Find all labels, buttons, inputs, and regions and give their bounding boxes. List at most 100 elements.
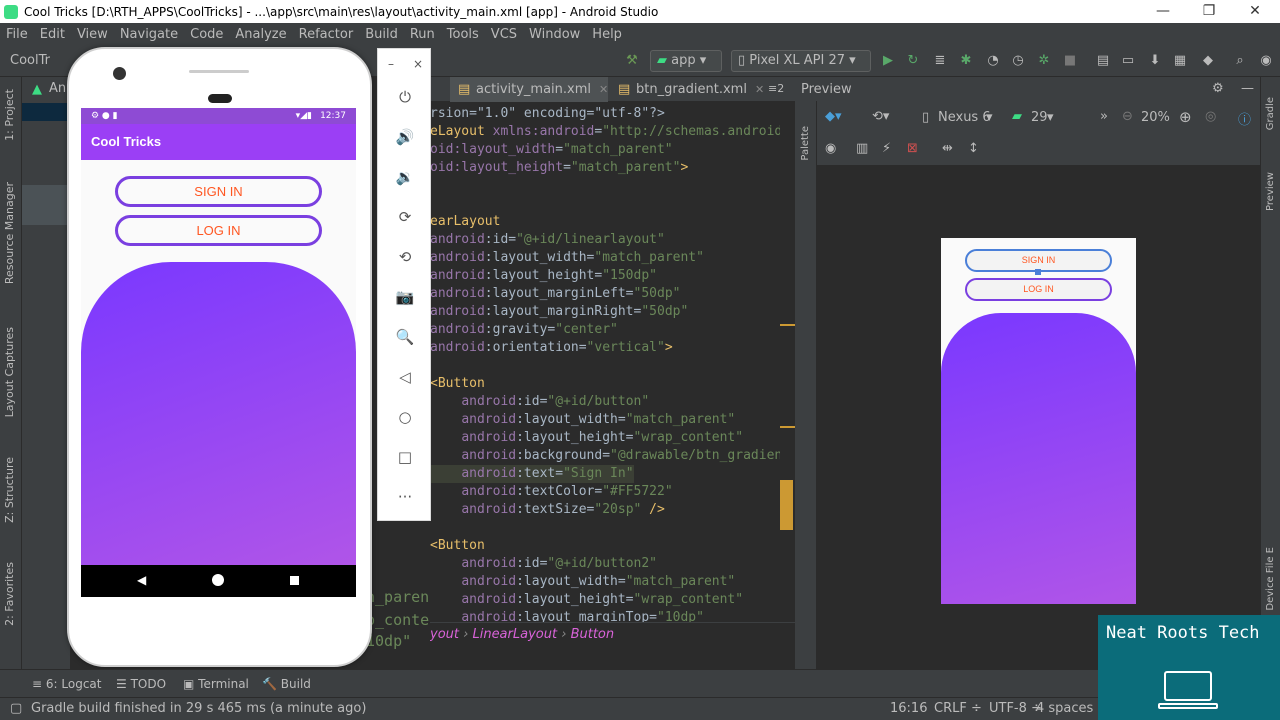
code-editor[interactable]: rsion="1.0" encoding="utf-8"?> eLayout xm… xyxy=(430,102,795,622)
project-tool-tab[interactable]: 1: Project xyxy=(3,89,16,141)
debug-icon[interactable]: ✱ xyxy=(958,53,974,69)
structure-tab[interactable]: Z: Structure xyxy=(3,457,16,523)
assistant-icon[interactable]: ◆ xyxy=(1200,53,1216,69)
home-icon[interactable]: ○ xyxy=(395,407,415,427)
code-line[interactable]: android:layout_marginTop="10dp" xyxy=(430,609,704,622)
info-icon[interactable]: ⓘ xyxy=(1238,109,1251,128)
overview-icon[interactable]: □ xyxy=(395,447,415,467)
close-window-button[interactable]: ✕ xyxy=(1232,0,1278,23)
code-line[interactable]: android:layout_width="match_parent" xyxy=(430,411,735,429)
code-line[interactable]: android:layout_width="match_parent" xyxy=(430,249,704,267)
code-line[interactable]: rsion="1.0" encoding="utf-8"?> xyxy=(430,105,665,123)
pack-icon[interactable]: ⇹ xyxy=(942,141,953,156)
selected-tree-row[interactable] xyxy=(22,103,70,121)
device-icon[interactable]: ▯ xyxy=(922,110,929,125)
menu-vcs[interactable]: VCS xyxy=(485,27,523,42)
stop-icon[interactable]: ■ xyxy=(1062,53,1078,69)
preview-device-screen[interactable]: SIGN IN LOG IN xyxy=(941,238,1136,604)
volume-down-icon[interactable]: 🔉 xyxy=(395,167,415,187)
caret-position[interactable]: 16:16 xyxy=(890,698,927,720)
breadcrumb-button[interactable]: Button xyxy=(571,627,615,642)
menu-analyze[interactable]: Analyze xyxy=(229,27,292,42)
hammer-icon[interactable]: ⚒ xyxy=(624,53,640,69)
emulator-minimize[interactable]: – xyxy=(388,57,394,71)
run-icon[interactable]: ▶ xyxy=(880,53,896,69)
code-line[interactable]: <Button xyxy=(430,375,485,393)
editor-scrollbar[interactable] xyxy=(780,102,795,622)
apply-code-icon[interactable]: ≣ xyxy=(932,53,948,69)
menu-build[interactable]: Build xyxy=(359,27,404,42)
resource-manager-tab[interactable]: Resource Manager xyxy=(3,182,16,284)
menu-tools[interactable]: Tools xyxy=(441,27,485,42)
status-icon[interactable]: ▢ xyxy=(10,698,22,720)
device-file-explorer-tab[interactable]: Device File E xyxy=(1265,547,1276,611)
eye-icon[interactable]: ◉ xyxy=(825,141,836,156)
volume-up-icon[interactable]: 🔊 xyxy=(395,127,415,147)
code-line[interactable]: android:id="@+id/linearlayout" xyxy=(430,231,665,249)
minimize-button[interactable]: — xyxy=(1140,0,1186,23)
code-line[interactable]: android:textColor="#FF5722" xyxy=(430,483,672,501)
attach-debugger-icon[interactable]: ◷ xyxy=(1010,53,1026,69)
code-line[interactable]: android:layout_width="match_parent" xyxy=(430,573,735,591)
search-icon[interactable]: ⌕ xyxy=(1232,53,1248,69)
preview-hide-icon[interactable]: — xyxy=(1241,81,1254,96)
tabs-overflow[interactable]: ≡2 xyxy=(768,82,784,95)
sync-icon[interactable]: ▤ xyxy=(1095,53,1111,69)
more-icon[interactable]: ··· xyxy=(395,487,415,507)
orientation-icon[interactable]: ⟲▾ xyxy=(872,109,889,124)
menu-navigate[interactable]: Navigate xyxy=(114,27,184,42)
emulator-screen[interactable]: ⚙ ● ▮ ▾◢▮ 12:37 Cool Tricks SIGN IN LOG … xyxy=(81,108,356,597)
zoom-fit-icon[interactable]: ◎ xyxy=(1205,109,1216,124)
layout-captures-tab[interactable]: Layout Captures xyxy=(3,327,16,417)
log-in-button[interactable]: LOG IN xyxy=(115,215,322,246)
code-line[interactable]: android:layout_height="wrap_content" xyxy=(430,591,743,609)
menu-help[interactable]: Help xyxy=(586,27,628,42)
breadcrumb-root[interactable]: yout xyxy=(430,627,459,642)
tab-btn-gradient[interactable]: ▤ btn_gradient.xml ✕ xyxy=(610,77,764,102)
tab-activity-main[interactable]: ▤ activity_main.xml ✕ xyxy=(450,77,608,102)
device-select[interactable]: ▯ Pixel XL API 27 ▾ xyxy=(731,50,871,72)
code-line[interactable]: android:background="@drawable/btn_gradie… xyxy=(430,447,790,465)
apply-changes-icon[interactable]: ↻ xyxy=(905,53,921,69)
align-icon[interactable]: ↕ xyxy=(968,141,979,156)
sdk-manager-icon[interactable]: ⬇ xyxy=(1147,53,1163,69)
zoom-in-icon[interactable]: ⊕ xyxy=(1179,108,1192,126)
code-line[interactable]: oid:layout_height="match_parent"> xyxy=(430,159,688,177)
logcat-tool[interactable]: ≡ 6: Logcat xyxy=(32,677,101,691)
back-icon[interactable]: ◁ xyxy=(395,367,415,387)
status-message[interactable]: Gradle build finished in 29 s 465 ms (a … xyxy=(31,698,366,720)
run-config-select[interactable]: ▰ app ▾ xyxy=(650,50,722,72)
menu-file[interactable]: File xyxy=(0,27,34,42)
code-line[interactable]: android:text="Sign In" xyxy=(430,465,634,483)
code-line[interactable]: android:id="@+id/button" xyxy=(430,393,649,411)
nav-home-icon[interactable] xyxy=(212,574,224,586)
camera-icon[interactable]: 📷 xyxy=(395,287,415,307)
breadcrumb-linearlayout[interactable]: LinearLayout xyxy=(472,627,557,642)
layers-icon[interactable]: ◆▾ xyxy=(825,109,842,124)
project-crumb[interactable]: CoolTr xyxy=(10,53,50,68)
preview-tab[interactable]: Preview xyxy=(1265,172,1276,211)
build-tool[interactable]: 🔨 Build xyxy=(262,677,311,691)
line-separator[interactable]: CRLF ÷ xyxy=(934,698,982,720)
menu-run[interactable]: Run xyxy=(404,27,441,42)
zoom-icon[interactable]: 🔍 xyxy=(395,327,415,347)
structure-icon[interactable]: ▦ xyxy=(1172,53,1188,69)
api-level-select[interactable]: 29 xyxy=(1031,110,1048,125)
code-line[interactable]: android:textSize="20sp" /> xyxy=(430,501,665,519)
overflow-icon[interactable]: » xyxy=(1100,109,1108,124)
zoom-out-icon[interactable]: ⊖ xyxy=(1122,109,1133,124)
close-tab-icon[interactable]: ✕ xyxy=(755,83,764,96)
blueprint-icon[interactable]: ▥ xyxy=(856,141,868,156)
preview-log-in-button[interactable]: LOG IN xyxy=(965,278,1112,301)
margins-icon[interactable]: ⊠ xyxy=(907,141,918,156)
code-line[interactable]: android:gravity="center" xyxy=(430,321,618,339)
menu-window[interactable]: Window xyxy=(523,27,586,42)
code-line[interactable]: oid:layout_width="match_parent" xyxy=(430,141,673,159)
project-view-label[interactable]: An xyxy=(49,81,66,96)
gradle-tab[interactable]: Gradle xyxy=(1265,97,1276,130)
code-line[interactable]: eLayout xmlns:android="http://schemas.an… xyxy=(430,123,790,141)
menu-refactor[interactable]: Refactor xyxy=(293,27,360,42)
file-encoding[interactable]: UTF-8 ÷ xyxy=(989,698,1042,720)
scrollbar-thumb[interactable] xyxy=(780,480,793,530)
menu-edit[interactable]: Edit xyxy=(34,27,71,42)
